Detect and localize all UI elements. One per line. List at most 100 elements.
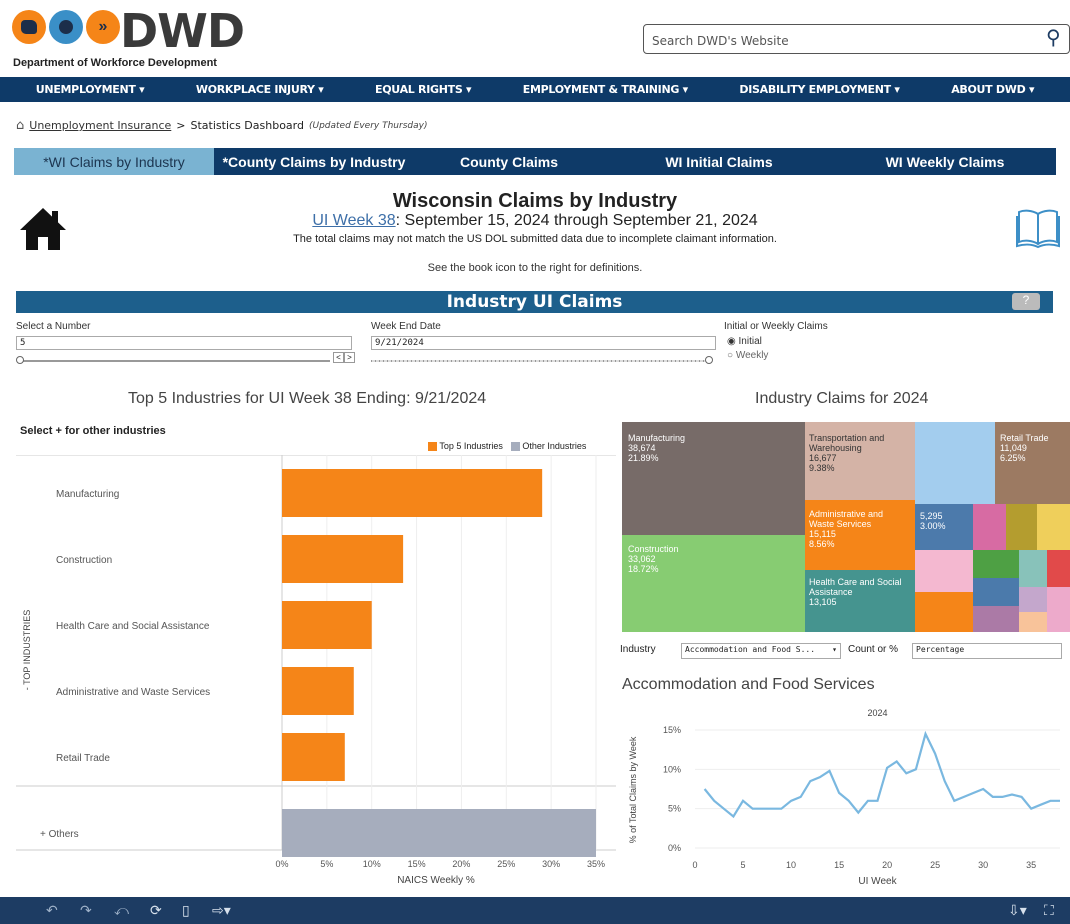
tab-county-claims[interactable]: County Claims xyxy=(414,148,604,175)
week-link[interactable]: UI Week 38 xyxy=(312,212,395,229)
date-slider-knob[interactable] xyxy=(705,356,713,364)
treemap-label-name: Manufacturing xyxy=(628,433,686,443)
home-icon[interactable]: ⌂ xyxy=(16,118,24,133)
search-icon[interactable]: ⚲ xyxy=(1046,25,1061,50)
category-label: Health Care and Social Assistance xyxy=(56,621,210,632)
tab-county-claims-by-industry[interactable]: *County Claims by Industry xyxy=(214,148,414,175)
treemap-block-7[interactable] xyxy=(915,592,973,632)
treemap-label-pct: 3.00% xyxy=(920,521,946,531)
line-chart: 2024 0% 5% 10% 15% 0 5 10 15 20 25 30 35 UI Week % of … xyxy=(628,708,1060,887)
nav-disability-employment[interactable]: DISABILITY EMPLOYMENT ▾ xyxy=(739,83,900,96)
section-title: Industry UI Claims xyxy=(16,291,1053,313)
logo-text[interactable]: DWD xyxy=(120,4,245,58)
undo-icon[interactable]: ↶ xyxy=(46,902,58,919)
redo-icon[interactable]: ↷ xyxy=(80,902,92,919)
legend-others[interactable]: Other Industries xyxy=(510,441,586,452)
help-icon[interactable]: ? xyxy=(1012,293,1040,310)
legend-top5-swatch xyxy=(428,442,437,452)
nav-equal-rights[interactable]: EQUAL RIGHTS ▾ xyxy=(375,83,471,96)
treemap-block-11[interactable] xyxy=(973,578,1019,606)
treemap-label-name: Retail Trade xyxy=(1000,433,1049,443)
nav-unemployment[interactable]: UNEMPLOYMENT ▾ xyxy=(36,83,145,96)
treemap-block-9[interactable] xyxy=(1019,550,1047,587)
number-input[interactable]: 5 xyxy=(16,336,352,350)
industry-select[interactable]: Accommodation and Food S... ▾ xyxy=(681,643,841,659)
date-slider[interactable] xyxy=(371,360,711,362)
breadcrumb-link[interactable]: Unemployment Insurance xyxy=(29,119,171,132)
number-stepper[interactable]: < > xyxy=(333,352,355,363)
tab-wi-initial-claims[interactable]: WI Initial Claims xyxy=(604,148,834,175)
category-label: Construction xyxy=(56,555,112,566)
x-tick-label: 25% xyxy=(497,859,515,869)
bar-chart: 0% 5% 10% 15% 20% 25% 30% 35% Manufacturing Const… xyxy=(16,455,616,886)
treemap-block-6[interactable] xyxy=(915,550,973,592)
treemap-block-8[interactable] xyxy=(973,550,1019,578)
pause-icon[interactable]: ▯ xyxy=(182,902,190,919)
line-chart-title: Accommodation and Food Services xyxy=(622,676,875,693)
bar[interactable] xyxy=(282,535,404,583)
treemap-block-13[interactable] xyxy=(1019,587,1047,612)
bar[interactable] xyxy=(282,733,345,781)
main-nav: UNEMPLOYMENT ▾ WORKPLACE INJURY ▾ EQUAL … xyxy=(0,77,1070,102)
treemap-label-pct: 18.72% xyxy=(628,564,659,574)
treemap-block-3[interactable] xyxy=(973,504,1006,550)
refresh-icon[interactable]: ⟳ xyxy=(150,902,162,919)
legend-top5[interactable]: Top 5 Industries xyxy=(428,441,503,452)
nav-employment-training[interactable]: EMPLOYMENT & TRAINING ▾ xyxy=(523,83,688,96)
nav-workplace-injury[interactable]: WORKPLACE INJURY ▾ xyxy=(196,83,324,96)
treemap: Manufacturing 38,674 21.89% Transportation… xyxy=(622,422,1070,632)
bar[interactable] xyxy=(282,809,596,857)
count-label: Count or % xyxy=(848,644,899,655)
category-label: Manufacturing xyxy=(56,489,119,500)
nav-about-dwd[interactable]: ABOUT DWD ▾ xyxy=(951,83,1034,96)
tableau-toolbar: ↶ ↷ ⤺ ⟳ ▯ ⇨▾ ⇩▾ ⛶ xyxy=(0,897,1070,924)
x-tick-label: 30 xyxy=(978,860,988,870)
bar-legend: Top 5 Industries Other Industries xyxy=(428,441,586,452)
radio-weekly[interactable]: ○ Weekly xyxy=(727,350,768,361)
treemap-label-pct: 9.38% xyxy=(809,463,835,473)
wisconsin-map-icon xyxy=(12,10,46,44)
radio-weekly-dot[interactable]: ○ xyxy=(727,350,733,361)
tab-wi-weekly-claims[interactable]: WI Weekly Claims xyxy=(834,148,1056,175)
treemap-label-pct: 21.89% xyxy=(628,453,659,463)
book-note: See the book icon to the right for defin… xyxy=(427,262,643,274)
radio-initial[interactable]: ◉ Initial xyxy=(727,336,762,347)
treemap-block-5[interactable] xyxy=(1037,504,1070,550)
revert-icon[interactable]: ⤺ xyxy=(114,902,129,919)
treemap-block-4[interactable] xyxy=(1006,504,1037,550)
bar[interactable] xyxy=(282,469,543,517)
treemap-block-14[interactable] xyxy=(1019,612,1047,632)
series-line[interactable] xyxy=(703,730,1060,819)
number-slider[interactable] xyxy=(20,360,330,362)
increment-button[interactable]: > xyxy=(344,352,355,363)
download-icon[interactable]: ⇩▾ xyxy=(1008,902,1027,919)
logo-icons[interactable]: » xyxy=(12,10,120,44)
x-axis-label: NAICS Weekly % xyxy=(397,875,475,886)
x-tick-label: 35% xyxy=(587,859,605,869)
tab-wi-claims-by-industry[interactable]: *WI Claims by Industry xyxy=(14,148,214,175)
legend-top5-label: Top 5 Industries xyxy=(439,441,503,451)
count-select[interactable]: Percentage xyxy=(912,643,1062,659)
date-input[interactable]: 9/21/2024 xyxy=(371,336,716,350)
treemap-block-1[interactable] xyxy=(915,422,995,504)
x-tick-label: 20 xyxy=(882,860,892,870)
fullscreen-icon[interactable]: ⛶ xyxy=(1044,902,1054,919)
treemap-block-10[interactable] xyxy=(1047,550,1070,587)
radio-initial-dot[interactable]: ◉ xyxy=(727,336,736,347)
treemap-label-health: Health Care and Social Assistance 13,105 xyxy=(809,577,909,607)
treemap-block-12[interactable] xyxy=(973,606,1019,632)
share-icon[interactable]: ⇨▾ xyxy=(212,902,231,919)
decrement-button[interactable]: < xyxy=(333,352,344,363)
number-slider-knob[interactable] xyxy=(16,356,24,364)
bar[interactable] xyxy=(282,601,372,649)
search-input[interactable]: Search DWD's Website xyxy=(643,24,1070,54)
x-tick-label: 35 xyxy=(1026,860,1036,870)
y-axis-label: - TOP INDUSTRIES xyxy=(22,610,32,691)
treemap-block-15[interactable] xyxy=(1047,587,1070,632)
person-icon xyxy=(49,10,83,44)
treemap-title: Industry Claims for 2024 xyxy=(755,390,929,407)
date-label: Week End Date xyxy=(371,321,441,332)
treemap-label-name: Administrative and Waste Services xyxy=(809,509,884,529)
bar[interactable] xyxy=(282,667,354,715)
treemap-label-count: 15,115 xyxy=(809,529,836,539)
